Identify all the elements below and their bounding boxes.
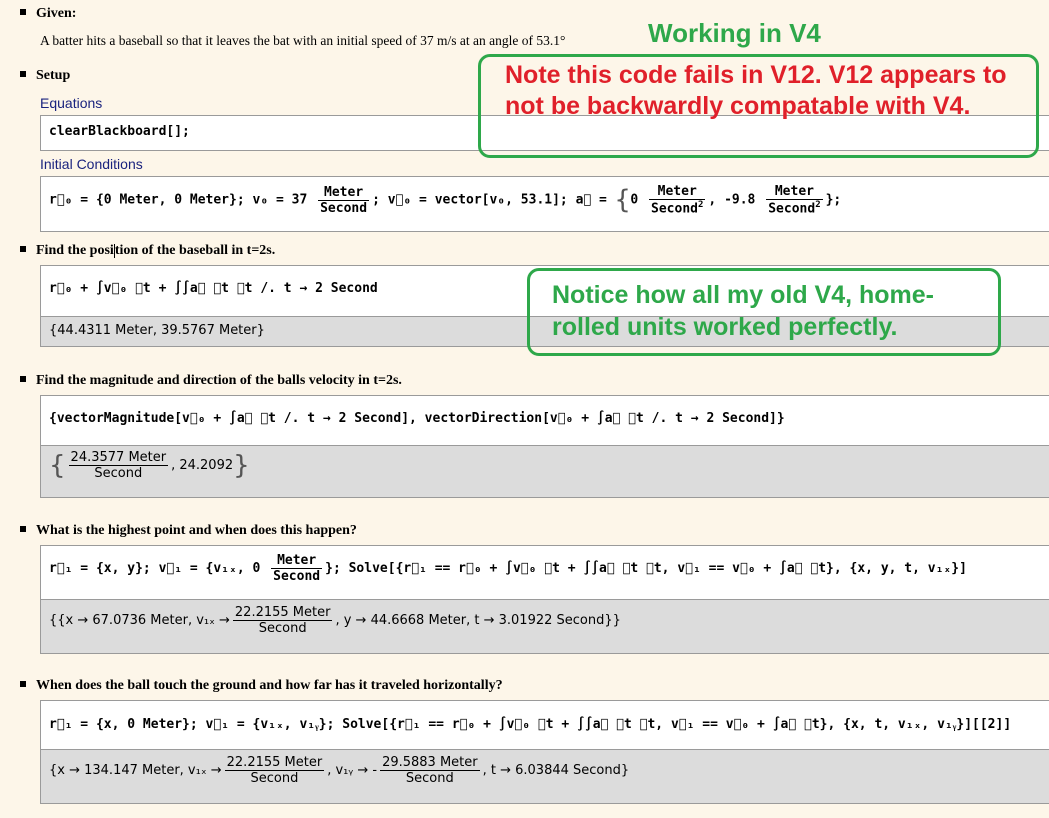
- bullet-icon: [20, 8, 26, 15]
- frac-accel-g: Meter Second2: [766, 184, 823, 217]
- bullet-icon: [20, 70, 26, 77]
- setup-heading: Setup: [20, 68, 70, 84]
- bullet-icon: [20, 245, 26, 252]
- v12-warning-note: Note this code fails in V12. V12 appears…: [478, 54, 1039, 158]
- bullet-icon: [20, 680, 26, 687]
- input-cell-velocity[interactable]: {vectorMagnitude[v⃗₀ + ∫a⃗ ⅆt /. t → 2 S…: [40, 395, 1049, 446]
- ic-r0: r⃗₀ = {0 Meter, 0 Meter}; v₀ = 37: [49, 192, 308, 208]
- input-cell-initial[interactable]: r⃗₀ = {0 Meter, 0 Meter}; v₀ = 37 Meter S…: [40, 176, 1049, 232]
- working-note: Working in V4: [648, 18, 821, 48]
- bullet-icon: [20, 525, 26, 532]
- frac-accel-0: Meter Second2: [649, 184, 706, 217]
- equations-label[interactable]: Equations: [40, 95, 102, 111]
- position-heading: Find the position of the baseball in t=2…: [20, 243, 275, 259]
- ground-heading: When does the ball touch the ground and …: [20, 678, 503, 694]
- output-cell-velocity: {24.3577 Meter Second, 24.2092}: [40, 446, 1049, 498]
- clear-code: clearBlackboard[];: [49, 124, 190, 139]
- units-worked-note: Notice how all my old V4, home-rolled un…: [527, 268, 1001, 356]
- frac-vx: 22.2155 Meter Second: [224, 755, 325, 786]
- bullet-icon: [20, 375, 26, 382]
- initial-conditions-label[interactable]: Initial Conditions: [40, 156, 143, 172]
- given-text: A batter hits a baseball so that it leav…: [40, 33, 566, 48]
- frac-speed: 24.3577 Meter Second: [68, 450, 169, 481]
- given-heading: Given:: [20, 6, 76, 22]
- output-cell-highest: {{x → 67.0736 Meter, v₁ₓ → 22.2155 Meter S…: [40, 600, 1049, 654]
- input-cell-highest[interactable]: r⃗₁ = {x, y}; v⃗₁ = {v₁ₓ, 0 Meter Second}…: [40, 545, 1049, 600]
- frac-meter-second: Meter Second: [271, 553, 323, 584]
- input-cell-ground[interactable]: r⃗₁ = {x, 0 Meter}; v⃗₁ = {v₁ₓ, v₁ᵧ}; So…: [40, 700, 1049, 750]
- velocity-heading: Find the magnitude and direction of the …: [20, 373, 402, 389]
- output-cell-ground: {x → 134.147 Meter, v₁ₓ → 22.2155 Meter Se…: [40, 750, 1049, 804]
- frac-meter-second: Meter Second: [318, 184, 370, 216]
- frac-vy: 29.5883 Meter Second: [380, 755, 480, 786]
- highest-point-heading: What is the highest point and when does …: [20, 523, 357, 539]
- frac-vx: 22.2155 Meter Second: [232, 605, 333, 636]
- ic-v0: ; v⃗₀ = vector[v₀, 53.1]; a⃗ =: [372, 192, 615, 208]
